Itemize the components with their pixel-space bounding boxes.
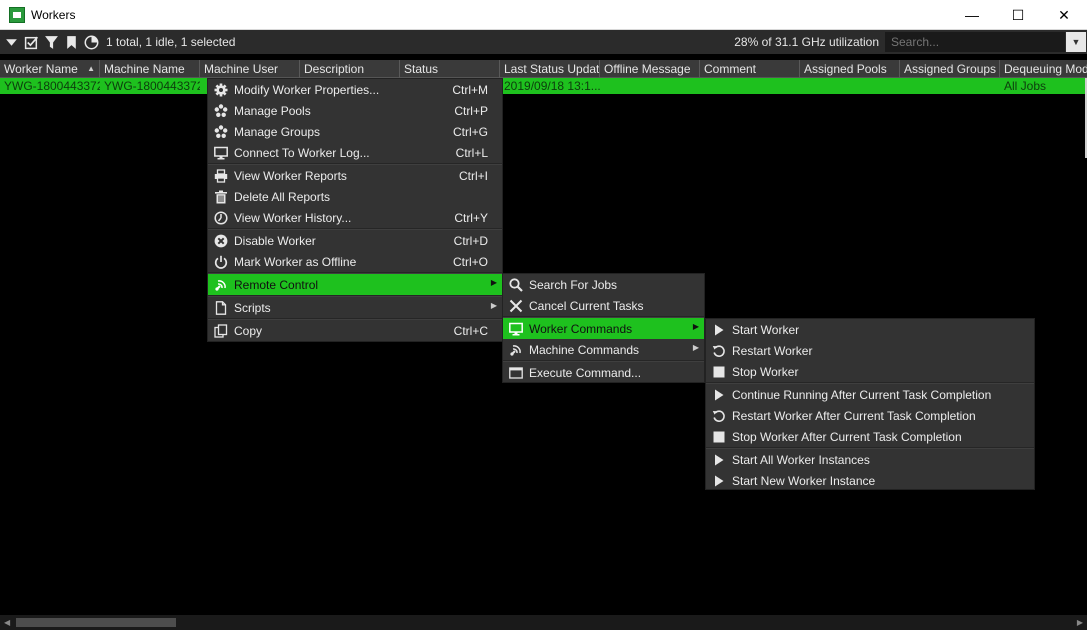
menu-item-worker-commands[interactable]: Worker Commands ▶: [503, 318, 704, 339]
menu-item-continue-running-after-task[interactable]: Continue Running After Current Task Comp…: [706, 384, 1034, 405]
cell-dequeuing-mode: All Jobs: [1004, 79, 1047, 93]
menu-item-connect-to-worker-log[interactable]: Connect To Worker Log... Ctrl+L: [208, 142, 502, 163]
remote-control-icon: [503, 343, 529, 357]
column-header-assigned-groups[interactable]: Assigned Groups: [900, 60, 1000, 78]
menu-item-machine-commands[interactable]: Machine Commands ▶: [503, 339, 704, 360]
search-dropdown-button[interactable]: ▼: [1066, 32, 1086, 52]
power-icon: [208, 255, 234, 269]
sort-ascending-icon: ▲: [87, 64, 95, 73]
search-input[interactable]: [885, 32, 1065, 52]
menu-item-stop-worker-after-task[interactable]: Stop Worker After Current Task Completio…: [706, 426, 1034, 447]
menu-item-view-worker-history[interactable]: View Worker History... Ctrl+Y: [208, 207, 502, 228]
cell-last-status-update: 2019/09/18 13:1...: [504, 79, 600, 93]
worker-summary: 1 total, 1 idle, 1 selected: [106, 35, 236, 49]
restart-icon: [706, 344, 732, 358]
stop-icon: [706, 365, 732, 379]
menu-item-manage-pools[interactable]: Manage Pools Ctrl+P: [208, 100, 502, 121]
menu-item-start-worker[interactable]: Start Worker: [706, 319, 1034, 340]
submenu-arrow-icon: ▶: [692, 343, 699, 352]
scroll-left-icon[interactable]: ◀: [4, 618, 10, 627]
groups-icon: [208, 124, 234, 139]
table-row[interactable]: YWG-1800443372 YWG-1800443372 2019/09/18…: [0, 78, 1085, 94]
play-icon: [706, 474, 732, 488]
menu-item-execute-command[interactable]: Execute Command...: [503, 362, 704, 383]
submenu-arrow-icon: ▶: [692, 322, 699, 331]
gear-icon: [208, 83, 234, 97]
menu-item-modify-worker-properties[interactable]: Modify Worker Properties... Ctrl+M: [208, 79, 502, 100]
column-header-last-status-update[interactable]: Last Status Update: [500, 60, 600, 78]
scroll-right-icon[interactable]: ▶: [1077, 618, 1083, 627]
worker-commands-submenu: Start Worker Restart Worker Stop Worker …: [705, 318, 1035, 490]
cell-machine-name: YWG-1800443372: [104, 79, 200, 93]
menu-item-start-new-worker-instance[interactable]: Start New Worker Instance: [706, 470, 1034, 491]
cell-worker-name: YWG-1800443372: [4, 79, 100, 93]
menu-item-manage-groups[interactable]: Manage Groups Ctrl+G: [208, 121, 502, 142]
menu-item-copy[interactable]: Copy Ctrl+C: [208, 320, 502, 341]
dropdown-menu-icon[interactable]: [2, 33, 20, 51]
menu-item-stop-worker[interactable]: Stop Worker: [706, 361, 1034, 382]
menu-item-search-for-jobs[interactable]: Search For Jobs: [503, 274, 704, 295]
stop-icon: [706, 430, 732, 444]
context-menu: Modify Worker Properties... Ctrl+M Manag…: [207, 78, 503, 342]
play-icon: [706, 453, 732, 467]
pools-icon: [208, 103, 234, 118]
document-icon: [208, 300, 234, 315]
checklist-icon[interactable]: [22, 33, 40, 51]
terminal-icon: [503, 366, 529, 380]
close-icon: [503, 299, 529, 313]
menu-item-cancel-current-tasks[interactable]: Cancel Current Tasks: [503, 295, 704, 316]
menu-item-remote-control[interactable]: Remote Control ▶: [208, 274, 502, 295]
column-header-machine-user[interactable]: Machine User: [200, 60, 300, 78]
column-header-machine-name[interactable]: Machine Name: [100, 60, 200, 78]
menu-item-delete-all-reports[interactable]: Delete All Reports: [208, 186, 502, 207]
filter-icon[interactable]: [42, 33, 60, 51]
pie-chart-icon[interactable]: [82, 33, 100, 51]
close-button[interactable]: ✕: [1041, 0, 1087, 30]
scrollbar-thumb[interactable]: [16, 618, 176, 627]
monitor-icon: [208, 146, 234, 160]
x-circle-icon: [208, 234, 234, 248]
title-bar: Workers — ☐ ✕: [0, 0, 1087, 30]
clock-icon: [208, 210, 234, 225]
column-header-dequeuing-mode[interactable]: Dequeuing Mode: [1000, 60, 1087, 78]
printer-icon: [208, 168, 234, 183]
column-header-description[interactable]: Description: [300, 60, 400, 78]
remote-control-icon: [208, 278, 234, 292]
horizontal-scrollbar[interactable]: ◀ ▶: [0, 615, 1087, 630]
column-header-assigned-pools[interactable]: Assigned Pools: [800, 60, 900, 78]
menu-item-view-worker-reports[interactable]: View Worker Reports Ctrl+I: [208, 165, 502, 186]
column-header-worker-name[interactable]: Worker Name ▲: [0, 60, 100, 78]
trash-icon: [208, 190, 234, 204]
column-header-offline-message[interactable]: Offline Message: [600, 60, 700, 78]
remote-control-submenu: Search For Jobs Cancel Current Tasks Wor…: [502, 273, 705, 383]
play-icon: [706, 323, 732, 337]
menu-item-scripts[interactable]: Scripts ▶: [208, 297, 502, 318]
menu-item-restart-worker-after-task[interactable]: Restart Worker After Current Task Comple…: [706, 405, 1034, 426]
column-header-status[interactable]: Status: [400, 60, 500, 78]
copy-icon: [208, 323, 234, 338]
submenu-arrow-icon: ▶: [490, 301, 497, 310]
menu-item-start-all-worker-instances[interactable]: Start All Worker Instances: [706, 449, 1034, 470]
search-icon: [503, 277, 529, 292]
app-logo-icon: [9, 6, 25, 23]
menu-item-restart-worker[interactable]: Restart Worker: [706, 340, 1034, 361]
table-header: Worker Name ▲ Machine Name Machine User D…: [0, 60, 1087, 78]
column-header-comment[interactable]: Comment: [700, 60, 800, 78]
submenu-arrow-icon: ▶: [490, 278, 497, 287]
restart-icon: [706, 409, 732, 423]
toolbar: 1 total, 1 idle, 1 selected 28% of 31.1 …: [0, 30, 1087, 54]
window-title: Workers: [31, 7, 76, 22]
menu-item-mark-worker-offline[interactable]: Mark Worker as Offline Ctrl+O: [208, 251, 502, 272]
maximize-button[interactable]: ☐: [995, 0, 1041, 30]
window-controls: — ☐ ✕: [949, 0, 1087, 30]
monitor-icon: [503, 322, 529, 336]
bookmark-icon[interactable]: [62, 33, 80, 51]
utilization-text: 28% of 31.1 GHz utilization: [734, 35, 879, 49]
cell-blank-2: [600, 78, 1000, 94]
menu-item-disable-worker[interactable]: Disable Worker Ctrl+D: [208, 230, 502, 251]
minimize-button[interactable]: —: [949, 0, 995, 30]
play-icon: [706, 388, 732, 402]
